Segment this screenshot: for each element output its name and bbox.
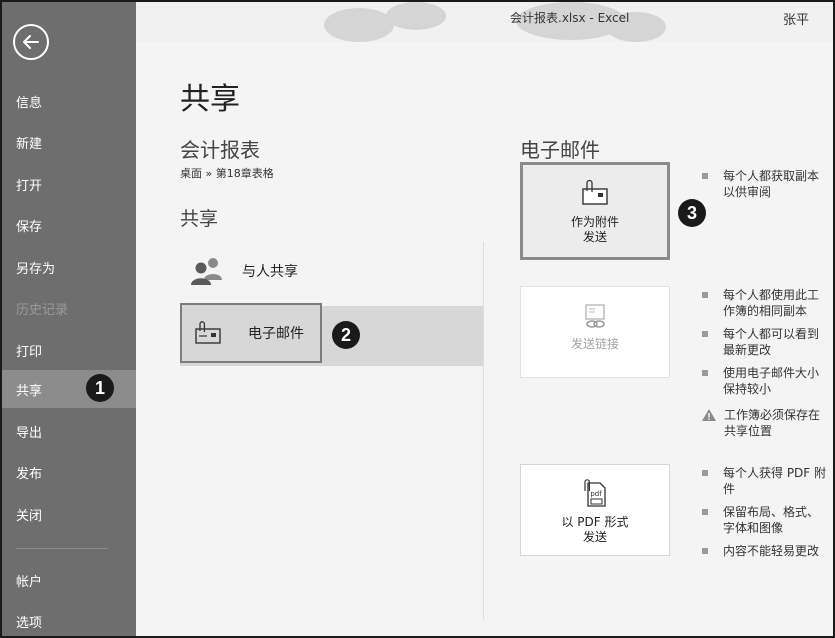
nav-share[interactable]: 共享 — [2, 370, 136, 408]
callout-badge-1: 1 — [86, 374, 114, 402]
bullet-item: 每个人都可以看到最新更改 — [702, 326, 826, 358]
bullet-text: 每个人都使用此工作簿的相同副本 — [723, 288, 820, 318]
bullet-text: 每个人都可以看到最新更改 — [723, 327, 820, 357]
pane-divider — [483, 242, 484, 620]
bullet-square-icon — [702, 548, 708, 554]
nav-info[interactable]: 信息 — [2, 82, 136, 120]
send-link-button: 发送链接 — [520, 286, 670, 378]
bullet-item: 内容不能轻易更改 — [702, 543, 826, 559]
window-title: 会计报表.xlsx - Excel — [510, 11, 630, 25]
send-as-attachment-button[interactable]: 作为附件 发送 — [520, 162, 670, 260]
share-content: 共享 会计报表 桌面 » 第18章表格 共享 与人共享 电子邮件 2 电子邮件 … — [136, 42, 833, 636]
bullet-item: 保留布局、格式、字体和图像 — [702, 504, 826, 536]
bullet-item: 每个人都获取副本以供审阅 — [702, 168, 826, 200]
bullet-item: 每个人获得 PDF 附件 — [702, 465, 826, 497]
link-description: 每个人都使用此工作簿的相同副本 每个人都可以看到最新更改 使用电子邮件大小保持较… — [702, 287, 826, 446]
bullet-text: 保留布局、格式、字体和图像 — [723, 505, 820, 535]
nav-history: 历史记录 — [16, 302, 69, 318]
page-title: 共享 — [180, 82, 240, 117]
warning-item: 工作簿必须保存在共享位置 — [702, 407, 826, 439]
send-as-pdf-button[interactable]: pdf 以 PDF 形式 发送 — [520, 464, 670, 556]
bullet-item: 每个人都使用此工作簿的相同副本 — [702, 287, 826, 319]
nav-print[interactable]: 打印 — [2, 331, 136, 369]
bullet-item: 使用电子邮件大小保持较小 — [702, 365, 826, 397]
email-attachment-icon — [195, 321, 221, 344]
nav-close[interactable]: 关闭 — [2, 495, 136, 533]
nav-save[interactable]: 保存 — [2, 206, 136, 244]
nav-open[interactable]: 打开 — [2, 165, 136, 203]
pdf-description: 每个人获得 PDF 附件 保留布局、格式、字体和图像 内容不能轻易更改 — [702, 465, 826, 566]
people-icon — [191, 258, 222, 285]
bullet-text: 每个人获得 PDF 附件 — [723, 466, 827, 496]
bullet-square-icon — [702, 173, 708, 179]
bullet-square-icon — [702, 370, 708, 376]
share-section-title: 共享 — [180, 208, 219, 230]
warning-text: 工作簿必须保存在共享位置 — [724, 408, 821, 438]
share-with-people-option[interactable]: 与人共享 — [180, 242, 484, 300]
document-name: 会计报表 — [180, 138, 260, 162]
user-name[interactable]: 张平 — [783, 9, 809, 28]
nav-export[interactable]: 导出 — [2, 412, 136, 450]
excel-backstage-window: 信息 新建 打开 保存 另存为 历史记录 打印 共享 导出 发布 关闭 帐户 选… — [0, 0, 835, 638]
backstage-nav: 信息 新建 打开 保存 另存为 历史记录 打印 共享 导出 发布 关闭 帐户 选… — [2, 2, 136, 636]
nav-options[interactable]: 选项 — [2, 602, 136, 636]
attachment-icon — [582, 179, 608, 205]
nav-save-as[interactable]: 另存为 — [2, 248, 136, 286]
nav-new[interactable]: 新建 — [2, 123, 136, 161]
warning-icon — [702, 409, 716, 421]
bullet-square-icon — [702, 509, 708, 515]
send-as-attachment-label: 作为附件 发送 — [570, 215, 619, 244]
attachment-description: 每个人都获取副本以供审阅 — [702, 168, 826, 207]
nav-account[interactable]: 帐户 — [2, 561, 136, 599]
decorative-cloud — [386, 2, 446, 30]
email-option-label: 电子邮件 — [248, 326, 304, 342]
bullet-text: 每个人都获取副本以供审阅 — [723, 169, 820, 199]
send-link-label: 发送链接 — [570, 337, 619, 351]
back-button[interactable] — [13, 24, 49, 60]
bullet-square-icon — [702, 470, 708, 476]
title-bar: 会计报表.xlsx - Excel 张平 ? – — [136, 2, 833, 42]
nav-publish[interactable]: 发布 — [2, 453, 136, 491]
callout-badge-2: 2 — [332, 321, 360, 349]
bullet-square-icon — [702, 331, 708, 337]
email-section-title: 电子邮件 — [520, 138, 600, 162]
decorative-cloud — [324, 8, 394, 42]
send-as-pdf-label: 以 PDF 形式 发送 — [561, 515, 629, 544]
link-icon — [585, 304, 605, 328]
bullet-text: 使用电子邮件大小保持较小 — [723, 366, 820, 396]
arrow-left-icon — [23, 35, 39, 49]
pdf-attachment-icon: pdf — [584, 479, 606, 507]
share-with-people-label: 与人共享 — [242, 264, 298, 280]
bullet-square-icon — [702, 292, 708, 298]
breadcrumb: 桌面 » 第18章表格 — [180, 167, 274, 180]
bullet-text: 内容不能轻易更改 — [723, 544, 820, 558]
email-option[interactable]: 电子邮件 — [180, 303, 322, 363]
svg-text:pdf: pdf — [590, 490, 602, 498]
nav-divider — [16, 548, 108, 549]
